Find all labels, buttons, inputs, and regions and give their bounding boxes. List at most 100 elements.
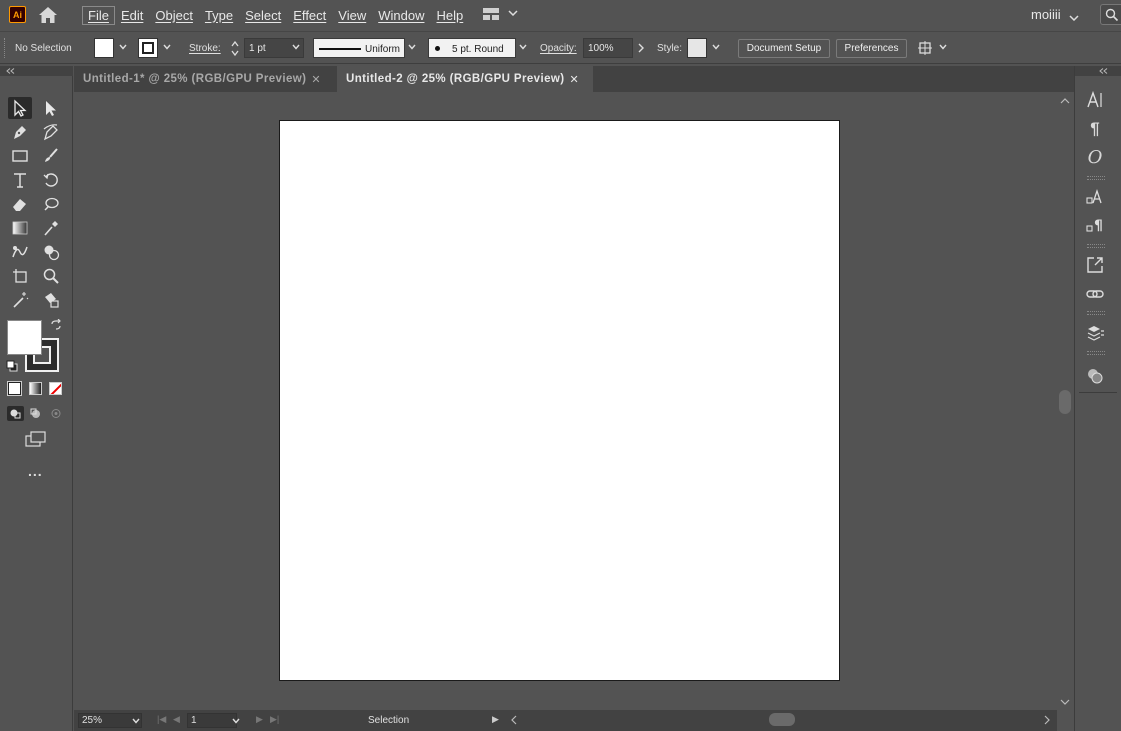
paragraph-styles-icon[interactable]: ¶ <box>1085 215 1105 235</box>
curvature-tool-icon[interactable] <box>39 121 63 143</box>
blend-tool-icon[interactable] <box>8 241 32 263</box>
shape-builder-tool-icon[interactable] <box>39 241 63 263</box>
warp-tool-icon[interactable] <box>39 193 63 215</box>
chevron-down-icon[interactable] <box>939 44 947 50</box>
draw-behind-icon[interactable] <box>28 406 45 421</box>
scroll-down-icon[interactable] <box>1060 699 1070 706</box>
eraser-tool-icon[interactable] <box>8 193 32 215</box>
arrange-documents-icon[interactable] <box>483 8 499 20</box>
chevron-down-icon[interactable] <box>519 44 527 50</box>
canvas-area[interactable] <box>74 93 1057 710</box>
panel-grip[interactable] <box>4 38 7 58</box>
chevron-down-icon[interactable] <box>508 7 518 19</box>
stroke-profile-field[interactable]: Uniform <box>313 38 405 58</box>
opentype-panel-icon[interactable]: O <box>1085 147 1105 168</box>
opacity-field[interactable]: 100% <box>583 38 633 58</box>
chevron-down-icon[interactable] <box>163 44 171 50</box>
previous-artboard-icon[interactable]: ◀ <box>173 714 180 725</box>
chevron-down-icon[interactable] <box>712 44 720 50</box>
expand-panels-icon[interactable] <box>1099 68 1108 74</box>
search-input[interactable] <box>1100 4 1121 25</box>
menu-type[interactable]: Type <box>199 8 239 23</box>
paintbrush-tool-icon[interactable] <box>39 145 63 167</box>
selection-tool-icon[interactable] <box>8 97 32 119</box>
vertical-scrollbar[interactable] <box>1057 93 1073 710</box>
last-artboard-icon[interactable]: ▶| <box>270 714 279 725</box>
magic-wand-tool-icon[interactable] <box>8 289 32 311</box>
panel-group-grip[interactable] <box>1087 351 1105 355</box>
panel-group-grip[interactable] <box>1087 176 1105 180</box>
export-icon[interactable] <box>1085 255 1105 275</box>
none-mode-icon[interactable] <box>49 382 62 395</box>
eyedropper-tool-icon[interactable] <box>39 217 63 239</box>
links-icon[interactable] <box>1085 284 1105 304</box>
artboard[interactable] <box>279 120 840 681</box>
menu-view[interactable]: View <box>332 8 372 23</box>
horizontal-scroll-thumb[interactable] <box>769 713 795 726</box>
layers-icon[interactable] <box>1085 323 1105 343</box>
chevron-down-icon[interactable] <box>119 44 127 50</box>
direct-selection-tool-icon[interactable] <box>39 97 63 119</box>
scroll-up-icon[interactable] <box>1060 97 1070 104</box>
screen-mode-icon[interactable] <box>25 431 47 447</box>
character-panel-icon[interactable] <box>1085 90 1105 110</box>
tab-untitled-2[interactable]: Untitled-2 @ 25% (RGB/GPU Preview) ✕ <box>337 66 593 92</box>
rectangle-tool-icon[interactable] <box>8 145 32 167</box>
menu-edit[interactable]: Edit <box>115 8 149 23</box>
menu-window[interactable]: Window <box>372 8 430 23</box>
stroke-swatch[interactable] <box>138 38 158 58</box>
appearance-icon[interactable] <box>1085 366 1105 386</box>
user-name[interactable]: moiiii <box>1031 7 1061 22</box>
color-mode-icon[interactable] <box>7 381 22 396</box>
menu-help[interactable]: Help <box>430 8 469 23</box>
menu-select[interactable]: Select <box>239 8 287 23</box>
close-icon[interactable]: ✕ <box>569 73 579 86</box>
panel-group-grip[interactable] <box>1087 311 1105 315</box>
document-setup-button[interactable]: Document Setup <box>738 39 830 58</box>
graphic-style-swatch[interactable] <box>687 38 707 58</box>
artboard-tool-icon[interactable] <box>8 265 32 287</box>
chevron-down-icon[interactable] <box>132 718 140 724</box>
draw-normal-icon[interactable] <box>7 406 24 421</box>
fill-swatch[interactable] <box>94 38 114 58</box>
zoom-tool-icon[interactable] <box>39 265 63 287</box>
arrange-align-icon[interactable] <box>917 40 933 56</box>
stepper-icon[interactable] <box>231 40 239 57</box>
artboard-number-field[interactable]: 1 <box>187 713 237 728</box>
panel-group-grip[interactable] <box>1087 244 1105 248</box>
brush-definition-field[interactable]: 5 pt. Round <box>428 38 516 58</box>
scroll-right-icon[interactable] <box>1044 715 1050 725</box>
pen-tool-icon[interactable] <box>8 121 32 143</box>
preferences-button[interactable]: Preferences <box>836 39 907 58</box>
character-styles-icon[interactable] <box>1085 187 1105 207</box>
chevron-down-icon[interactable] <box>232 718 240 724</box>
gradient-tool-icon[interactable] <box>8 217 32 239</box>
gradient-mode-icon[interactable] <box>29 382 42 395</box>
menu-object[interactable]: Object <box>149 8 199 23</box>
scroll-thumb[interactable] <box>1059 390 1071 414</box>
tab-untitled-1[interactable]: Untitled-1* @ 25% (RGB/GPU Preview) ✕ <box>74 66 337 92</box>
status-menu-icon[interactable]: ▶ <box>492 714 499 725</box>
first-artboard-icon[interactable]: |◀ <box>157 714 166 725</box>
chevron-down-icon[interactable] <box>408 44 416 50</box>
next-artboard-icon[interactable]: ▶ <box>256 714 263 725</box>
live-paint-bucket-icon[interactable] <box>39 289 63 311</box>
draw-inside-icon[interactable] <box>48 406 65 421</box>
home-icon[interactable] <box>38 6 58 24</box>
type-tool-icon[interactable] <box>8 169 32 191</box>
swap-icon[interactable] <box>50 319 62 331</box>
collapse-icon[interactable] <box>6 68 15 74</box>
scroll-left-icon[interactable] <box>511 715 517 725</box>
chevron-down-icon[interactable] <box>1069 9 1079 22</box>
chevron-right-icon[interactable] <box>638 43 644 53</box>
close-icon[interactable]: ✕ <box>311 73 321 86</box>
menu-file[interactable]: File <box>82 5 115 25</box>
menu-effect[interactable]: Effect <box>287 8 332 23</box>
default-colors-icon[interactable] <box>6 360 18 372</box>
opacity-label[interactable]: Opacity: <box>540 43 577 54</box>
chevron-down-icon[interactable] <box>292 44 300 50</box>
edit-toolbar-button[interactable]: ... <box>28 463 43 479</box>
stroke-label[interactable]: Stroke: <box>189 43 221 54</box>
rotate-tool-icon[interactable] <box>39 169 63 191</box>
paragraph-panel-icon[interactable]: ¶ <box>1085 119 1105 139</box>
